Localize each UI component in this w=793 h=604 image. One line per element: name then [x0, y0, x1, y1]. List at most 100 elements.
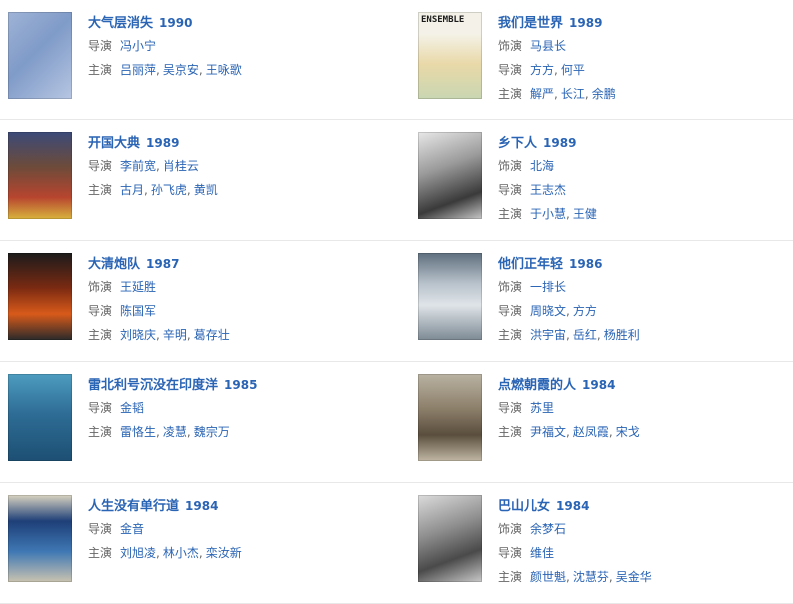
person-link[interactable]: 陈国军 — [120, 304, 156, 318]
person-link[interactable]: 北海 — [530, 159, 554, 173]
person-link[interactable]: 林小杰 — [163, 546, 199, 560]
film-title-link[interactable]: 开国大典 — [88, 136, 140, 151]
name-separator: , — [186, 183, 191, 197]
name-separator: , — [554, 87, 558, 101]
person-link[interactable]: 王志杰 — [530, 183, 566, 197]
person-link[interactable]: 长江 — [561, 87, 585, 101]
person-link[interactable]: 栾汝新 — [206, 546, 242, 560]
film-title-link[interactable]: 人生没有单行道 — [88, 499, 179, 514]
film-title-link[interactable]: 他们正年轻 — [498, 257, 563, 272]
person-link[interactable]: 洪宇宙 — [530, 328, 566, 342]
film-poster[interactable] — [8, 253, 72, 340]
credit-label: 导演 — [88, 304, 113, 318]
person-link[interactable]: 何平 — [561, 63, 585, 77]
film-year: 1984 — [582, 378, 616, 392]
film-poster[interactable] — [418, 495, 482, 582]
credit-label: 饰演 — [498, 280, 523, 294]
person-link[interactable]: 刘旭凌 — [120, 546, 156, 560]
person-link[interactable]: 孙飞虎 — [151, 183, 187, 197]
name-separator: , — [584, 87, 589, 101]
credit-label: 导演 — [498, 401, 523, 415]
person-link[interactable]: 苏里 — [530, 401, 554, 415]
person-link[interactable]: 葛存壮 — [194, 328, 230, 342]
film-poster[interactable] — [418, 374, 482, 461]
film-title-link[interactable]: 我们是世界 — [498, 16, 563, 31]
filmography-grid: 大气层消失 1990 导演 冯小宁 主演 吕丽萍, 吴京安, 王咏歌 ENSEMBLE 我们是世界… — [0, 0, 793, 604]
film-poster[interactable] — [418, 253, 482, 340]
film-poster[interactable] — [8, 495, 72, 582]
film-poster[interactable] — [8, 132, 72, 219]
person-link[interactable]: 王咏歌 — [206, 63, 242, 77]
credit-line: 导演 周晓文, 方方 — [498, 299, 793, 323]
name-separator: , — [156, 63, 160, 77]
name-separator: , — [566, 425, 570, 439]
credit-line: 导演 李前宽, 肖桂云 — [88, 154, 388, 178]
film-row: 开国大典 1989 导演 李前宽, 肖桂云 主演 古月, 孙飞虎, 黄凯 乡下人 1989 饰演 北海导… — [0, 120, 793, 241]
person-link[interactable]: 王延胜 — [120, 280, 156, 294]
film-year: 1985 — [224, 378, 258, 392]
person-link[interactable]: 辛明 — [163, 328, 187, 342]
person-link[interactable]: 沈慧芬 — [573, 570, 609, 584]
credit-line: 主演 雷恪生, 凌慧, 魏宗万 — [88, 420, 388, 444]
person-link[interactable]: 古月 — [120, 183, 144, 197]
credit-label: 主演 — [498, 87, 523, 101]
person-link[interactable]: 维佳 — [530, 546, 554, 560]
person-link[interactable]: 冯小宁 — [120, 39, 156, 53]
person-link[interactable]: 余鹏 — [592, 87, 616, 101]
person-link[interactable]: 凌慧 — [163, 425, 187, 439]
person-link[interactable]: 杨胜利 — [604, 328, 640, 342]
credit-line: 主演 刘旭凌, 林小杰, 栾汝新 — [88, 541, 388, 565]
person-link[interactable]: 王健 — [573, 207, 597, 221]
person-link[interactable]: 吴金华 — [616, 570, 652, 584]
film-title-link[interactable]: 点燃朝霞的人 — [498, 378, 576, 393]
person-link[interactable]: 方方 — [573, 304, 597, 318]
poster-title-text: ENSEMBLE — [421, 15, 465, 25]
person-link[interactable]: 余梦石 — [530, 522, 566, 536]
person-link[interactable]: 马县长 — [530, 39, 566, 53]
credit-line: 导演 王志杰 — [498, 178, 793, 202]
film-title-line: 开国大典 1989 — [88, 132, 388, 154]
person-link[interactable]: 吴京安 — [163, 63, 199, 77]
person-link[interactable]: 颜世魁 — [530, 570, 566, 584]
name-separator: , — [144, 183, 148, 197]
person-link[interactable]: 肖桂云 — [163, 159, 199, 173]
film-row: 雷北利号沉没在印度洋 1985 导演 金韬主演 雷恪生, 凌慧, 魏宗万 点燃朝霞的人 1984… — [0, 362, 793, 483]
name-separator: , — [186, 328, 191, 342]
person-link[interactable]: 方方 — [530, 63, 554, 77]
person-link[interactable]: 李前宽 — [120, 159, 156, 173]
film-poster[interactable] — [8, 374, 72, 461]
person-link[interactable]: 刘晓庆 — [120, 328, 156, 342]
film-title-line: 雷北利号沉没在印度洋 1985 — [88, 374, 388, 396]
person-link[interactable]: 宋戈 — [616, 425, 640, 439]
person-link[interactable]: 周晓文 — [530, 304, 566, 318]
film-title-link[interactable]: 乡下人 — [498, 136, 537, 151]
credit-label: 主演 — [498, 570, 523, 584]
credit-label: 导演 — [88, 522, 113, 536]
name-separator: , — [566, 328, 570, 342]
person-link[interactable]: 解严 — [530, 87, 554, 101]
film-poster[interactable] — [8, 12, 72, 99]
person-link[interactable]: 岳红 — [573, 328, 597, 342]
person-link[interactable]: 赵凤霞 — [573, 425, 609, 439]
film-year: 1989 — [569, 16, 603, 30]
film-row: 大清炮队 1987 饰演 王延胜 导演 陈国军 主演 刘晓庆, 辛明, 葛存壮 他们正年轻 1986 饰… — [0, 241, 793, 362]
person-link[interactable]: 雷恪生 — [120, 425, 156, 439]
person-link[interactable]: 一排长 — [530, 280, 566, 294]
credit-line: 主演 解严, 长江, 余鹏 — [498, 82, 793, 106]
person-link[interactable]: 金韬 — [120, 401, 144, 415]
film-title-link[interactable]: 大气层消失 — [88, 16, 153, 31]
person-link[interactable]: 于小慧 — [530, 207, 566, 221]
film-title-link[interactable]: 大清炮队 — [88, 257, 140, 272]
film-year: 1987 — [146, 257, 180, 271]
film-poster[interactable] — [418, 132, 482, 219]
person-link[interactable]: 吕丽萍 — [120, 63, 156, 77]
film-title-link[interactable]: 巴山儿女 — [498, 499, 550, 514]
name-separator: , — [566, 207, 570, 221]
person-link[interactable]: 尹福文 — [530, 425, 566, 439]
film-poster[interactable]: ENSEMBLE — [418, 12, 482, 99]
person-link[interactable]: 金音 — [120, 522, 144, 536]
film-title-link[interactable]: 雷北利号沉没在印度洋 — [88, 378, 218, 393]
credit-label: 主演 — [88, 63, 113, 77]
person-link[interactable]: 魏宗万 — [194, 425, 230, 439]
person-link[interactable]: 黄凯 — [194, 183, 218, 197]
